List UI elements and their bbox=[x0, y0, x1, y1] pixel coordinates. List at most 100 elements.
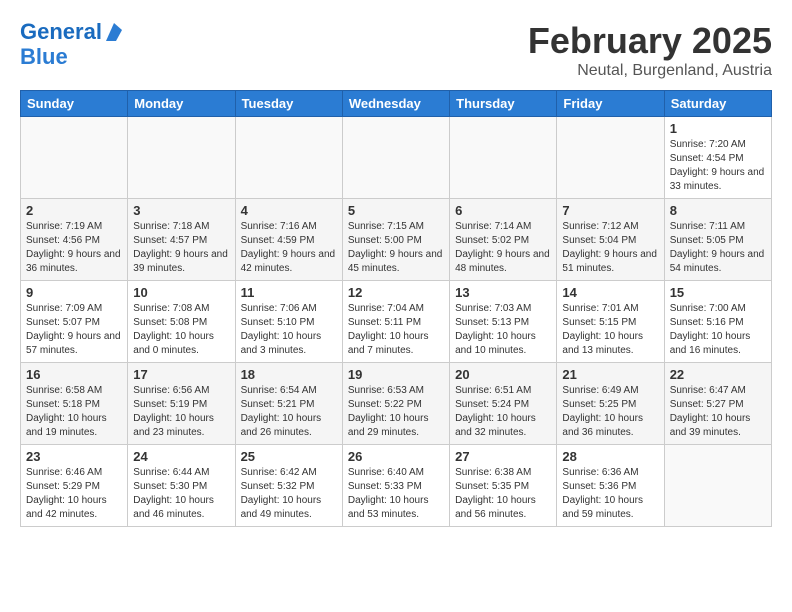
day-info: Sunrise: 7:06 AM Sunset: 5:10 PM Dayligh… bbox=[241, 302, 337, 358]
weekday-header-sunday: Sunday bbox=[21, 91, 128, 117]
day-info: Sunrise: 7:04 AM Sunset: 5:11 PM Dayligh… bbox=[348, 302, 444, 358]
calendar-cell: 27Sunrise: 6:38 AM Sunset: 5:35 PM Dayli… bbox=[450, 445, 557, 527]
day-info: Sunrise: 7:08 AM Sunset: 5:08 PM Dayligh… bbox=[133, 302, 229, 358]
calendar-cell: 24 Sunrise: 6:44 AM Sunset: 5:30 PM Dayli… bbox=[128, 445, 235, 527]
day-info: Sunrise: 6:54 AM Sunset: 5:21 PM Dayligh… bbox=[241, 384, 337, 440]
calendar-cell: 11 Sunrise: 7:06 AM Sunset: 5:10 PM Dayli… bbox=[235, 281, 342, 363]
title-block: February 2025 Neutal, Burgenland, Austri… bbox=[528, 20, 772, 80]
calendar-cell: 9 Sunrise: 7:09 AM Sunset: 5:07 PM Daylig… bbox=[21, 281, 128, 363]
day-info: Sunrise: 7:11 AM Sunset: 5:05 PM Dayligh… bbox=[670, 220, 766, 276]
day-info: Sunrise: 6:58 AM Sunset: 5:18 PM Dayligh… bbox=[26, 384, 122, 440]
page-header: General Blue February 2025 Neutal, Burge… bbox=[20, 20, 772, 80]
calendar-cell bbox=[128, 117, 235, 199]
day-info: Sunrise: 6:46 AM Sunset: 5:29 PM Dayligh… bbox=[26, 466, 122, 522]
calendar-cell: 17 Sunrise: 6:56 AM Sunset: 5:19 PM Dayli… bbox=[128, 363, 235, 445]
day-number: 23 bbox=[26, 449, 122, 464]
calendar-cell: 3 Sunrise: 7:18 AM Sunset: 4:57 PM Daylig… bbox=[128, 199, 235, 281]
day-number: 26 bbox=[348, 449, 444, 464]
calendar-cell: 6 Sunrise: 7:14 AM Sunset: 5:02 PM Daylig… bbox=[450, 199, 557, 281]
day-info: Sunrise: 7:14 AM Sunset: 5:02 PM Dayligh… bbox=[455, 220, 551, 276]
day-number: 12 bbox=[348, 285, 444, 300]
calendar-table: SundayMondayTuesdayWednesdayThursdayFrid… bbox=[20, 90, 772, 527]
calendar-cell: 28 Sunrise: 6:36 AM Sunset: 5:36 PM Dayli… bbox=[557, 445, 664, 527]
logo-icon bbox=[104, 21, 124, 43]
logo-text-line1: General bbox=[20, 20, 102, 44]
day-number: 6 bbox=[455, 203, 551, 218]
weekday-header-tuesday: Tuesday bbox=[235, 91, 342, 117]
calendar-cell: 21 Sunrise: 6:49 AM Sunset: 5:25 PM Dayli… bbox=[557, 363, 664, 445]
calendar-cell bbox=[342, 117, 449, 199]
day-number: 10 bbox=[133, 285, 229, 300]
calendar-cell: 10 Sunrise: 7:08 AM Sunset: 5:08 PM Dayli… bbox=[128, 281, 235, 363]
month-title: February 2025 bbox=[528, 20, 772, 62]
calendar-cell: 5Sunrise: 7:15 AM Sunset: 5:00 PM Daylig… bbox=[342, 199, 449, 281]
day-number: 7 bbox=[562, 203, 658, 218]
day-info: Sunrise: 7:18 AM Sunset: 4:57 PM Dayligh… bbox=[133, 220, 229, 276]
calendar-cell: 16Sunrise: 6:58 AM Sunset: 5:18 PM Dayli… bbox=[21, 363, 128, 445]
day-number: 8 bbox=[670, 203, 766, 218]
day-number: 24 bbox=[133, 449, 229, 464]
logo-text-line2: Blue bbox=[20, 44, 68, 70]
day-number: 27 bbox=[455, 449, 551, 464]
day-info: Sunrise: 6:51 AM Sunset: 5:24 PM Dayligh… bbox=[455, 384, 551, 440]
calendar-cell: 20 Sunrise: 6:51 AM Sunset: 5:24 PM Dayli… bbox=[450, 363, 557, 445]
day-number: 25 bbox=[241, 449, 337, 464]
day-number: 20 bbox=[455, 367, 551, 382]
calendar-cell: 23 Sunrise: 6:46 AM Sunset: 5:29 PM Dayli… bbox=[21, 445, 128, 527]
calendar-cell: 22Sunrise: 6:47 AM Sunset: 5:27 PM Dayli… bbox=[664, 363, 771, 445]
day-number: 28 bbox=[562, 449, 658, 464]
day-info: Sunrise: 7:16 AM Sunset: 4:59 PM Dayligh… bbox=[241, 220, 337, 276]
day-info: Sunrise: 6:47 AM Sunset: 5:27 PM Dayligh… bbox=[670, 384, 766, 440]
calendar-cell: 25Sunrise: 6:42 AM Sunset: 5:32 PM Dayli… bbox=[235, 445, 342, 527]
day-info: Sunrise: 7:12 AM Sunset: 5:04 PM Dayligh… bbox=[562, 220, 658, 276]
calendar-cell: 1 Sunrise: 7:20 AM Sunset: 4:54 PM Daylig… bbox=[664, 117, 771, 199]
calendar-cell bbox=[557, 117, 664, 199]
day-info: Sunrise: 6:44 AM Sunset: 5:30 PM Dayligh… bbox=[133, 466, 229, 522]
day-number: 17 bbox=[133, 367, 229, 382]
calendar-cell: 8 Sunrise: 7:11 AM Sunset: 5:05 PM Daylig… bbox=[664, 199, 771, 281]
day-number: 18 bbox=[241, 367, 337, 382]
day-info: Sunrise: 7:00 AM Sunset: 5:16 PM Dayligh… bbox=[670, 302, 766, 358]
calendar-week-3: 9 Sunrise: 7:09 AM Sunset: 5:07 PM Daylig… bbox=[21, 281, 772, 363]
calendar-cell: 19 Sunrise: 6:53 AM Sunset: 5:22 PM Dayli… bbox=[342, 363, 449, 445]
logo: General Blue bbox=[20, 20, 124, 70]
weekday-header-friday: Friday bbox=[557, 91, 664, 117]
day-info: Sunrise: 7:19 AM Sunset: 4:56 PM Dayligh… bbox=[26, 220, 122, 276]
day-number: 4 bbox=[241, 203, 337, 218]
day-number: 14 bbox=[562, 285, 658, 300]
calendar-cell: 13Sunrise: 7:03 AM Sunset: 5:13 PM Dayli… bbox=[450, 281, 557, 363]
day-number: 3 bbox=[133, 203, 229, 218]
day-number: 19 bbox=[348, 367, 444, 382]
day-info: Sunrise: 7:09 AM Sunset: 5:07 PM Dayligh… bbox=[26, 302, 122, 358]
day-number: 2 bbox=[26, 203, 122, 218]
calendar-week-1: 1 Sunrise: 7:20 AM Sunset: 4:54 PM Daylig… bbox=[21, 117, 772, 199]
weekday-header-saturday: Saturday bbox=[664, 91, 771, 117]
weekday-header-wednesday: Wednesday bbox=[342, 91, 449, 117]
day-number: 21 bbox=[562, 367, 658, 382]
weekday-header-thursday: Thursday bbox=[450, 91, 557, 117]
day-number: 11 bbox=[241, 285, 337, 300]
day-number: 15 bbox=[670, 285, 766, 300]
day-info: Sunrise: 6:36 AM Sunset: 5:36 PM Dayligh… bbox=[562, 466, 658, 522]
calendar-cell: 2 Sunrise: 7:19 AM Sunset: 4:56 PM Daylig… bbox=[21, 199, 128, 281]
calendar-cell: 14 Sunrise: 7:01 AM Sunset: 5:15 PM Dayli… bbox=[557, 281, 664, 363]
day-info: Sunrise: 6:49 AM Sunset: 5:25 PM Dayligh… bbox=[562, 384, 658, 440]
calendar-week-2: 2 Sunrise: 7:19 AM Sunset: 4:56 PM Daylig… bbox=[21, 199, 772, 281]
calendar-cell bbox=[664, 445, 771, 527]
day-number: 5 bbox=[348, 203, 444, 218]
calendar-cell: 18 Sunrise: 6:54 AM Sunset: 5:21 PM Dayli… bbox=[235, 363, 342, 445]
day-info: Sunrise: 7:03 AM Sunset: 5:13 PM Dayligh… bbox=[455, 302, 551, 358]
day-info: Sunrise: 6:40 AM Sunset: 5:33 PM Dayligh… bbox=[348, 466, 444, 522]
day-info: Sunrise: 6:53 AM Sunset: 5:22 PM Dayligh… bbox=[348, 384, 444, 440]
day-info: Sunrise: 7:01 AM Sunset: 5:15 PM Dayligh… bbox=[562, 302, 658, 358]
calendar-cell: 7 Sunrise: 7:12 AM Sunset: 5:04 PM Daylig… bbox=[557, 199, 664, 281]
calendar-cell: 4 Sunrise: 7:16 AM Sunset: 4:59 PM Daylig… bbox=[235, 199, 342, 281]
day-info: Sunrise: 6:56 AM Sunset: 5:19 PM Dayligh… bbox=[133, 384, 229, 440]
calendar-cell bbox=[450, 117, 557, 199]
calendar-cell: 12 Sunrise: 7:04 AM Sunset: 5:11 PM Dayli… bbox=[342, 281, 449, 363]
calendar-week-5: 23 Sunrise: 6:46 AM Sunset: 5:29 PM Dayli… bbox=[21, 445, 772, 527]
day-info: Sunrise: 7:20 AM Sunset: 4:54 PM Dayligh… bbox=[670, 138, 766, 194]
day-number: 1 bbox=[670, 121, 766, 136]
calendar-cell bbox=[235, 117, 342, 199]
day-number: 9 bbox=[26, 285, 122, 300]
